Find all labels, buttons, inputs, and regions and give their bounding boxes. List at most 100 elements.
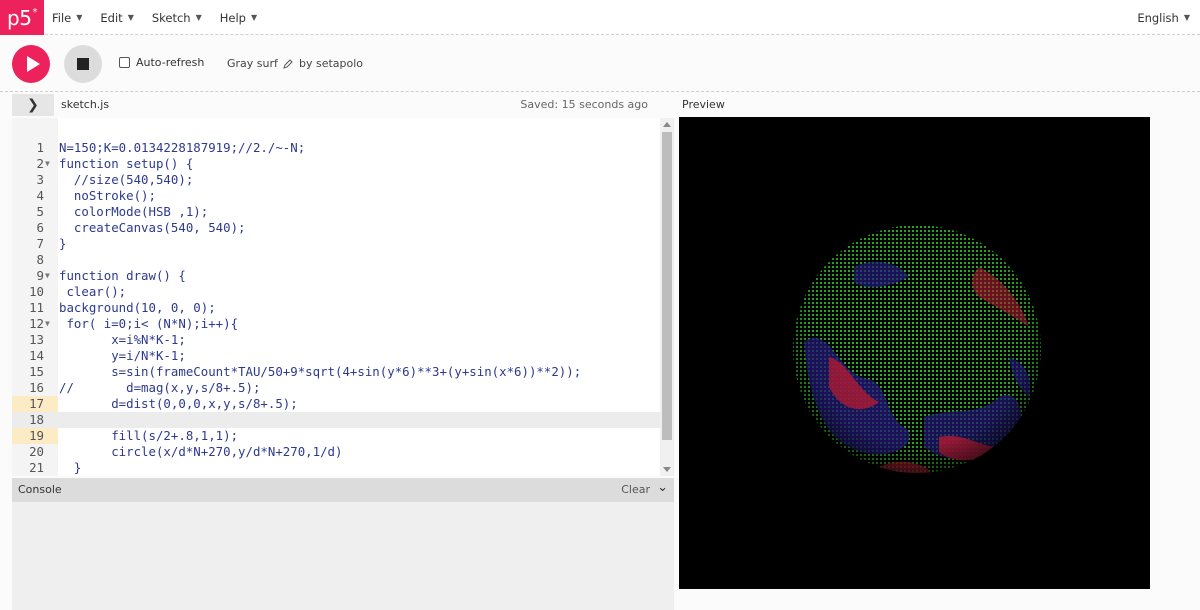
code-line[interactable]: 17 d=dist(0,0,0,x,y,s/8+.5); — [12, 396, 660, 412]
menu-sketch[interactable]: Sketch ▼ — [152, 11, 202, 25]
code-line[interactable]: 10 clear(); — [12, 284, 660, 300]
line-number: 16 — [29, 380, 44, 395]
code-text: for( i=0;i< (N*N);i++){ — [59, 316, 239, 331]
code-text: d=dist(0,0,0,x,y,s/8+.5); — [59, 396, 298, 411]
line-number: 17 — [29, 396, 44, 411]
preview-label: Preview — [682, 98, 725, 111]
logo-asterisk-icon: * — [32, 7, 37, 18]
code-text: // d=mag(x,y,s/8+.5); — [59, 380, 261, 395]
fold-arrow-icon[interactable]: ▼ — [45, 316, 50, 332]
code-line[interactable]: 20 circle(x/d*N+270,y/d*N+270,1/d) — [12, 444, 660, 460]
toolbar: Auto-refresh Gray surf by setapolo — [0, 36, 1200, 92]
code-line[interactable]: 16 // d=mag(x,y,s/8+.5); — [12, 380, 660, 396]
scroll-up-arrow-icon[interactable] — [663, 122, 671, 127]
code-line[interactable]: 3 //size(540,540); — [12, 172, 660, 188]
code-text: y=i/N*K-1; — [59, 348, 186, 363]
editor-scrollbar[interactable] — [660, 118, 674, 476]
code-text: x=i%N*K-1; — [59, 332, 186, 347]
stop-button[interactable] — [64, 45, 102, 83]
caret-down-icon: ▼ — [195, 13, 202, 22]
line-number: 15 — [29, 364, 44, 379]
code-line[interactable]: 2 ▼ function setup() { — [12, 156, 660, 172]
code-lines[interactable]: 1 N=150;K=0.0134228187919;//2./~-N; 2 ▼ fun… — [12, 140, 660, 476]
auto-refresh-toggle[interactable]: Auto-refresh — [119, 56, 204, 69]
line-number: 4 — [36, 188, 44, 203]
code-line[interactable]: 1 N=150;K=0.0134228187919;//2./~-N; — [12, 140, 660, 156]
scroll-down-arrow-icon[interactable] — [663, 467, 671, 472]
code-text: function draw() { — [59, 268, 186, 283]
p5-logo[interactable]: p5 * — [0, 0, 44, 35]
line-number: 10 — [29, 284, 44, 299]
line-number: 21 — [29, 460, 44, 475]
preview-canvas[interactable] — [679, 117, 1150, 589]
caret-down-icon: ▼ — [1183, 13, 1190, 22]
code-line[interactable]: 12 ▼ for( i=0;i< (N*N);i++){ — [12, 316, 660, 332]
code-text: createCanvas(540, 540); — [59, 220, 246, 235]
console-clear-button[interactable]: Clear — [621, 483, 650, 496]
logo-text: p5 — [7, 5, 32, 30]
saved-status: Saved: 15 seconds ago — [520, 98, 648, 111]
auto-refresh-checkbox[interactable] — [119, 57, 130, 68]
code-text: N=150;K=0.0134228187919;//2./~-N; — [59, 140, 306, 155]
language-selector[interactable]: English ▼ — [1137, 0, 1190, 35]
code-text: background(10, 0, 0); — [59, 300, 216, 315]
editor-header: ❯ sketch.js Saved: 15 seconds ago — [12, 94, 674, 116]
caret-down-icon: ▼ — [127, 13, 134, 22]
code-line[interactable]: 9 ▼ function draw() { — [12, 268, 660, 284]
code-line[interactable]: 5 colorMode(HSB ,1); — [12, 204, 660, 220]
code-line[interactable]: 8 — [12, 252, 660, 268]
caret-down-icon: ▼ — [250, 13, 258, 22]
line-number: 14 — [29, 348, 44, 363]
sketch-sphere-render — [793, 225, 1041, 473]
menu-bar: File ▼ Edit ▼ Sketch ▼ Help ▼ — [52, 0, 257, 35]
line-number: 6 — [36, 220, 44, 235]
code-text: colorMode(HSB ,1); — [59, 204, 209, 219]
menu-edit[interactable]: Edit ▼ — [100, 11, 133, 25]
code-text: fill(s/2+.8,1,1); — [59, 428, 239, 443]
sketch-author: by setapolo — [299, 57, 364, 70]
line-number: 9 — [36, 268, 44, 283]
line-number: 2 — [36, 156, 44, 171]
line-number: 13 — [29, 332, 44, 347]
file-tab[interactable]: sketch.js — [61, 98, 109, 111]
line-number: 7 — [36, 236, 44, 251]
code-text: clear(); — [59, 284, 127, 299]
sidebar-toggle-button[interactable]: ❯ — [12, 94, 54, 116]
code-line[interactable]: 15 s=sin(frameCount*TAU/50+9*sqrt(4+sin(… — [12, 364, 660, 380]
top-nav: p5 * File ▼ Edit ▼ Sketch ▼ Help ▼ English ▼ — [0, 0, 1200, 35]
sketch-name-text: Gray surf — [227, 57, 278, 70]
menu-help[interactable]: Help ▼ — [220, 11, 257, 25]
pencil-icon[interactable] — [283, 58, 293, 69]
code-line[interactable]: 7} — [12, 236, 660, 252]
line-number: 19 — [29, 428, 44, 443]
code-line[interactable]: 19 fill(s/2+.8,1,1); — [12, 428, 660, 444]
language-label: English — [1137, 10, 1179, 25]
play-button[interactable] — [12, 45, 50, 83]
code-line[interactable]: 21 } — [12, 460, 660, 476]
scrollbar-thumb[interactable] — [662, 132, 672, 440]
code-editor[interactable]: 1 N=150;K=0.0134228187919;//2./~-N; 2 ▼ fun… — [12, 118, 674, 476]
line-number: 12 — [29, 316, 44, 331]
code-text: //size(540,540); — [59, 172, 194, 187]
code-line[interactable]: 6 createCanvas(540, 540); — [12, 220, 660, 236]
menu-help-label: Help — [219, 10, 246, 25]
menu-file-label: File — [52, 10, 72, 25]
code-line-active[interactable]: 18 — [12, 412, 660, 428]
line-number: 20 — [29, 444, 44, 459]
console-title: Console — [18, 483, 62, 496]
sketch-name[interactable]: Gray surf — [227, 57, 293, 70]
fold-arrow-icon[interactable]: ▼ — [45, 156, 50, 172]
line-number: 5 — [36, 204, 44, 219]
chevron-down-icon[interactable]: ⌄ — [657, 480, 668, 495]
code-line[interactable]: 11 background(10, 0, 0); — [12, 300, 660, 316]
fold-arrow-icon[interactable]: ▼ — [45, 268, 50, 284]
menu-file[interactable]: File ▼ — [52, 11, 82, 25]
line-number: 8 — [36, 252, 44, 267]
code-line[interactable]: 4 noStroke(); — [12, 188, 660, 204]
code-line[interactable]: 14 y=i/N*K-1; — [12, 348, 660, 364]
console-output — [12, 502, 674, 610]
line-number: 11 — [29, 300, 44, 315]
caret-down-icon: ▼ — [76, 13, 83, 22]
code-line[interactable]: 13 x=i%N*K-1; — [12, 332, 660, 348]
stop-icon — [77, 58, 89, 70]
